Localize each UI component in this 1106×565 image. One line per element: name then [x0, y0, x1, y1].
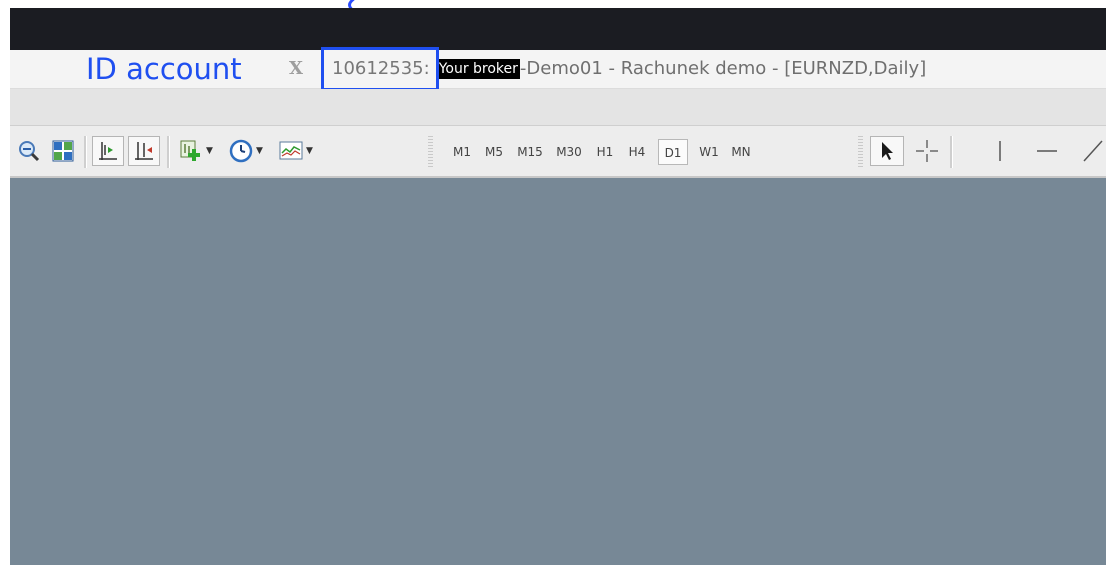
chart-shift-icon [99, 142, 117, 160]
history-button[interactable]: ▼ [224, 136, 268, 166]
new-order-button[interactable]: ▼ [174, 136, 218, 166]
toolbar-grip[interactable] [428, 136, 433, 168]
timeframe-m30[interactable]: M30 [550, 139, 588, 165]
tile-windows-button[interactable] [48, 136, 78, 166]
crosshair-icon [916, 140, 938, 162]
zoom-out-button[interactable] [14, 136, 44, 166]
crosshair-button[interactable] [910, 136, 944, 166]
cursor-button[interactable] [870, 136, 904, 166]
chevron-down-icon: ▼ [306, 146, 313, 156]
toolbar-separator [167, 136, 170, 168]
vertical-line-button[interactable] [985, 136, 1015, 166]
chevron-down-icon: ▼ [206, 146, 213, 156]
terminal-window: ID account X 10612535: Your broker -Demo01… [10, 8, 1106, 565]
trendline-button[interactable] [1078, 136, 1106, 166]
window-top-bar [10, 8, 1106, 50]
history-clock-icon [229, 139, 253, 163]
tile-windows-icon [52, 140, 74, 162]
horizontal-line-icon [1037, 150, 1057, 152]
timeframe-mn[interactable]: MN [726, 139, 756, 165]
timeframe-m1[interactable]: M1 [448, 139, 476, 165]
menu-bar [10, 89, 1106, 126]
auto-scroll-button[interactable] [128, 136, 160, 166]
chart-toolbar: ▼ ▼ ▼ M1 M5 M15 M30 H1 H4 D1 W1 MN [10, 126, 1106, 178]
chart-shift-button[interactable] [92, 136, 124, 166]
id-account-annotation: ID account [86, 52, 242, 86]
toolbar-separator [84, 136, 87, 168]
new-order-icon [180, 140, 201, 161]
top-margin [0, 0, 1106, 8]
toolbar-grip[interactable] [858, 136, 863, 168]
timeframe-h4[interactable]: H4 [624, 139, 650, 165]
timeframe-d1[interactable]: D1 [658, 139, 688, 165]
title-bar: ID account X 10612535: Your broker -Demo01… [10, 47, 1106, 91]
indicators-icon [279, 141, 303, 160]
timeframe-m5[interactable]: M5 [480, 139, 508, 165]
timeframe-h1[interactable]: H1 [592, 139, 618, 165]
timeframe-m15[interactable]: M15 [512, 139, 548, 165]
timeframe-w1[interactable]: W1 [694, 139, 724, 165]
cursor-icon [882, 142, 893, 160]
chart-area[interactable] [10, 178, 1106, 565]
auto-scroll-icon [135, 142, 153, 160]
vertical-line-icon [999, 141, 1001, 161]
horizontal-line-button[interactable] [1032, 136, 1062, 166]
app-icon[interactable]: X [286, 59, 306, 79]
toolbar-separator [950, 136, 953, 168]
zoom-out-icon [19, 141, 40, 162]
account-id: 10612535: [321, 47, 439, 91]
broker-name: Your broker [436, 59, 520, 79]
screenshot-page: ID account X 10612535: Your broker -Demo01… [0, 0, 1106, 565]
window-title-rest: -Demo01 - Rachunek demo - [EURNZD,Daily] [519, 58, 927, 79]
indicators-button[interactable]: ▼ [274, 136, 318, 166]
window-title: 10612535: Your broker -Demo01 - Rachunek d… [321, 47, 927, 91]
chevron-down-icon: ▼ [256, 146, 263, 156]
trendline-icon [1083, 140, 1103, 162]
